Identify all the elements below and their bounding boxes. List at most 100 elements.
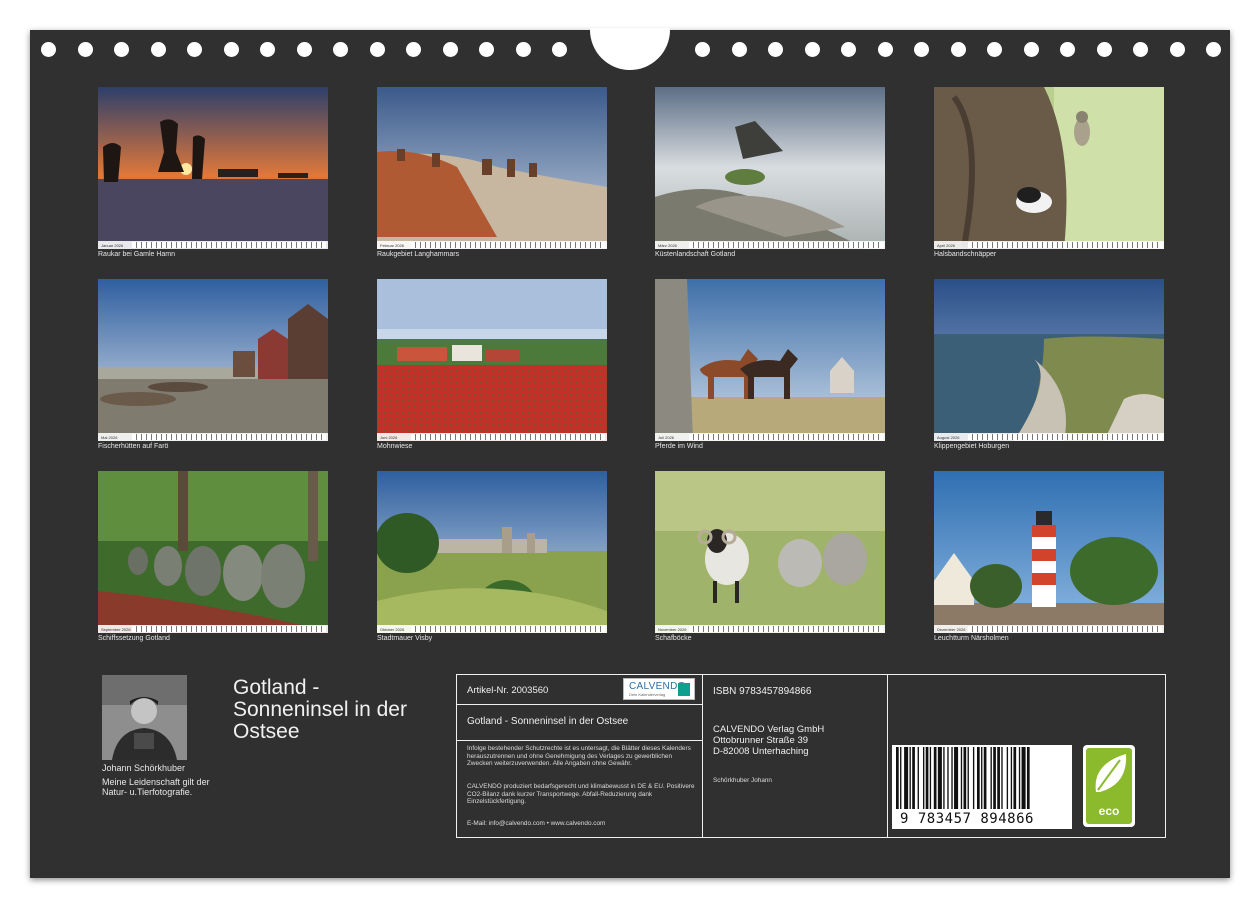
barcode-digits: 9 783457 894866	[900, 811, 1034, 827]
calendar-back-cover: Januar 2026 Raukar bei Gamle Hamn Februa…	[30, 28, 1230, 878]
barcode-bar	[1013, 747, 1017, 809]
barcode-bar	[943, 747, 945, 809]
barcode-bar	[981, 747, 983, 809]
barcode-bar	[912, 747, 915, 809]
author-portrait-image	[102, 675, 187, 760]
publisher-city: D-82008 Unterhaching	[713, 745, 809, 757]
binding-hole	[1023, 42, 1039, 57]
eco-label: eco	[1098, 804, 1120, 818]
barcode-bar	[967, 747, 969, 809]
poppy-meadow-image	[377, 279, 607, 441]
calendar-strip: März 2026	[655, 241, 885, 249]
photo-card-march: März 2026 Küstenlandschaft Gotland	[655, 87, 885, 262]
barcode: 9 783457 894866	[892, 745, 1072, 829]
barcode-bar	[972, 747, 975, 809]
photo-card-october: Oktober 2026 Stadtmauer Visby	[377, 471, 607, 646]
photo-card-september: September 2026 Schiffssetzung Gotland	[98, 471, 328, 646]
barcode-bar	[963, 747, 967, 809]
photo-fishing-huts: Mai 2026	[98, 279, 328, 441]
barcode-bar	[1010, 747, 1013, 809]
photo-card-february: Februar 2026 Raukgebiet Langhammars	[377, 87, 607, 262]
article-number: Artikel-Nr. 2003560	[467, 685, 549, 696]
calendar-strip: Juli 2026	[655, 433, 885, 441]
hanger-cutout	[590, 28, 670, 70]
calendar-strip: Februar 2026	[377, 241, 607, 249]
photo-card-november: November 2026 Schafböcke	[655, 471, 885, 646]
calendar-strip: April 2026	[934, 241, 1164, 249]
photo-card-august: August 2026 Klippengebiet Hoburgen	[934, 279, 1164, 454]
photo-caption: Stadtmauer Visby	[377, 635, 433, 642]
photo-horses: Juli 2026	[655, 279, 885, 441]
photo-caption: Halsbandschnäpper	[934, 251, 997, 258]
photo-caption: Raukgebiet Langhammars	[377, 251, 460, 258]
eco-badge: eco	[1083, 745, 1135, 827]
eco-notice: CALVENDO produziert bedarfsgerecht und k…	[467, 783, 695, 806]
photo-caption: Leuchtturm Närsholmen	[934, 635, 1009, 642]
binding-hole	[731, 42, 747, 57]
binding-hole	[333, 42, 348, 57]
horses-image	[655, 279, 885, 441]
cliffs-image	[934, 279, 1164, 441]
month-label: Dezember 2026	[937, 626, 966, 632]
barcode-bar	[937, 747, 942, 809]
binding-hole	[442, 42, 458, 57]
photo-kueste: März 2026	[655, 87, 885, 249]
calendar-strip: Mai 2026	[98, 433, 328, 441]
photo-caption: Fischerhütten auf Farö	[98, 443, 169, 450]
calvendo-logo: CALVENDO Dein Kalenderverlag	[623, 678, 695, 700]
calendar-strip: Januar 2026	[98, 241, 328, 249]
contact-line: E-Mail: info@calvendo.com • www.calvendo…	[467, 820, 606, 827]
barcode-bar	[904, 747, 909, 809]
binding-hole	[1133, 42, 1148, 57]
photo-card-january: Januar 2026 Raukar bei Gamle Hamn	[98, 87, 328, 262]
copyright-holder: Schörkhuber Johann	[713, 777, 772, 784]
barcode-bar	[1021, 747, 1026, 809]
binding-hole	[77, 42, 93, 57]
article-row: Artikel-Nr. 2003560 CALVENDO Dein Kalend…	[457, 675, 702, 705]
calendar-strip: Dezember 2026	[934, 625, 1164, 633]
binding-hole	[1206, 42, 1221, 57]
photo-caption: Raukar bei Gamle Hamn	[98, 251, 176, 258]
binding-hole	[150, 42, 166, 57]
city-wall-image	[377, 471, 607, 633]
barcode-bar	[947, 747, 949, 809]
logo-subtitle: Dein Kalenderverlag	[629, 692, 666, 697]
calendar-strip: November 2026	[655, 625, 885, 633]
barcode-bar	[929, 747, 932, 809]
ship-setting-image	[98, 471, 328, 633]
photo-card-july: Juli 2026 Pferde im Wind	[655, 279, 885, 454]
binding-hole	[41, 42, 56, 57]
binding-hole	[841, 42, 856, 57]
calendar-title: Gotland - Sonneninsel in der Ostsee	[233, 676, 407, 744]
info-column-publisher: ISBN 9783457894866 CALVENDO Verlag GmbH …	[703, 675, 888, 837]
binding-hole	[260, 42, 275, 57]
binding-hole	[479, 42, 494, 57]
photo-ship-setting: September 2026	[98, 471, 328, 633]
photo-caption: Schiffssetzung Gotland	[98, 635, 170, 642]
barcode-bar	[1018, 747, 1021, 809]
photo-caption: Küstenlandschaft Gotland	[655, 251, 736, 258]
binding-hole	[1169, 42, 1185, 57]
eco-badge-background: eco	[1086, 748, 1132, 824]
photo-caption: Schafböcke	[655, 635, 692, 642]
author-name: Johann Schörkhuber	[102, 763, 186, 773]
isbn: ISBN 9783457894866	[713, 686, 812, 697]
binding-hole	[296, 42, 312, 57]
lighthouse-image	[934, 471, 1164, 633]
month-label: Juni 2026	[380, 434, 398, 440]
photo-city-wall: Oktober 2026	[377, 471, 607, 633]
barcode-bar	[923, 747, 925, 809]
month-label: August 2026	[937, 434, 960, 440]
photo-bird: April 2026	[934, 87, 1164, 249]
fishing-huts-image	[98, 279, 328, 441]
month-label: September 2026	[101, 626, 131, 632]
barcode-bar	[909, 747, 911, 809]
info-column-article: Artikel-Nr. 2003560 CALVENDO Dein Kalend…	[457, 675, 703, 837]
barcode-bar	[896, 747, 899, 809]
langhammars-image	[377, 87, 607, 249]
raukar-image	[98, 87, 328, 249]
barcode-bar	[951, 747, 953, 809]
barcode-bar	[954, 747, 959, 809]
publisher-address: CALVENDO Verlag GmbH Ottobrunner Straße …	[713, 724, 824, 758]
binding-hole	[223, 42, 239, 57]
